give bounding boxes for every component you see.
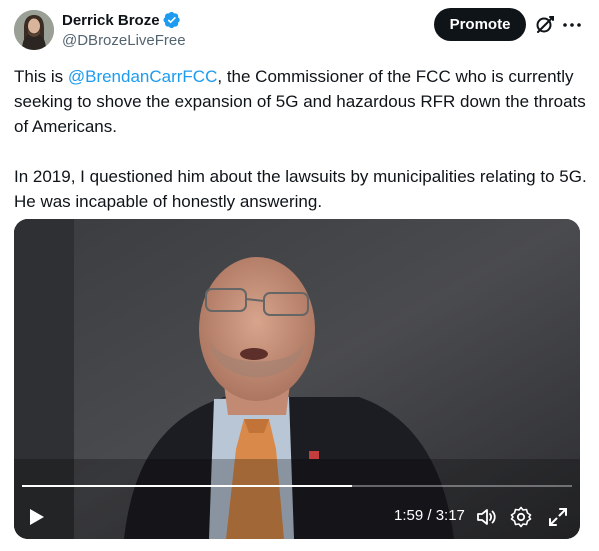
play-icon[interactable] [24,505,48,529]
volume-icon[interactable] [474,505,498,529]
grok-icon[interactable] [533,13,557,37]
verified-badge-icon [163,11,180,29]
expand-icon[interactable] [546,505,570,529]
avatar[interactable] [14,10,54,50]
avatar-image [14,10,54,50]
video-player[interactable]: 1:59 / 3:17 [14,219,580,539]
mention-link[interactable]: @BrendanCarrFCC [68,67,218,86]
tweet-text-before: This is [14,67,68,86]
gear-icon[interactable] [509,505,533,529]
video-time: 1:59 / 3:17 [394,507,465,524]
author-block[interactable]: Derrick Broze @DBrozeLiveFree [62,10,186,50]
video-progress-fill [22,485,352,487]
user-handle[interactable]: @DBrozeLiveFree [62,32,186,49]
video-frame-image [14,219,580,539]
video-progress-bar[interactable] [22,485,572,487]
more-icon[interactable] [560,13,584,37]
tweet-text-after: , the Commissioner of the FCC who is cur… [14,67,587,211]
display-name[interactable]: Derrick Broze [62,12,160,29]
promote-button[interactable]: Promote [434,8,526,41]
tweet-text: This is @BrendanCarrFCC, the Commissione… [14,64,589,214]
